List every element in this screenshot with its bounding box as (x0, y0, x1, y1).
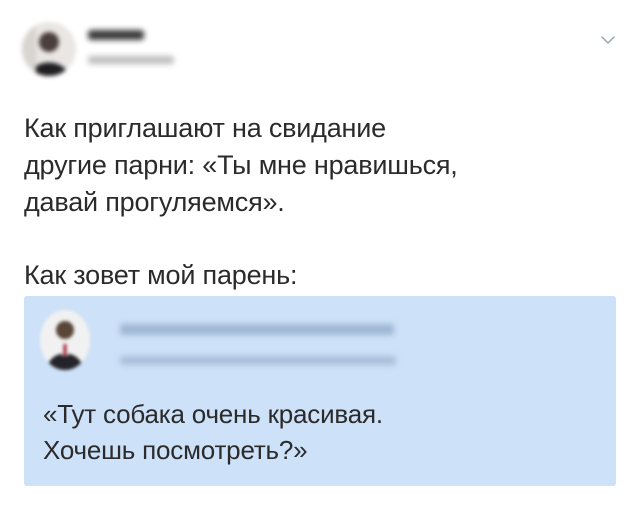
quoted-author-name (120, 324, 394, 335)
author-avatar[interactable] (22, 22, 76, 76)
user-avatar-icon (22, 22, 76, 76)
quoted-post-text: «Тут собака очень красивая. Хочешь посмо… (43, 399, 383, 465)
tweet-text-paragraph-2: Как зовет мой парень: (24, 260, 298, 290)
quoted-post-date (120, 356, 396, 365)
author-name[interactable] (88, 30, 144, 40)
user-avatar-icon (40, 310, 90, 370)
quoted-post-card[interactable]: «Тут собака очень красивая. Хочешь посмо… (24, 296, 616, 486)
author-handle-date (88, 56, 174, 64)
chevron-down-icon[interactable] (600, 32, 616, 48)
tweet-text-paragraph-1: Как приглашают на свидание другие парни:… (24, 113, 458, 217)
quoted-author-avatar (40, 310, 90, 370)
tweet-body: Как приглашают на свидание другие парни:… (24, 110, 614, 294)
tweet-header (22, 18, 622, 88)
